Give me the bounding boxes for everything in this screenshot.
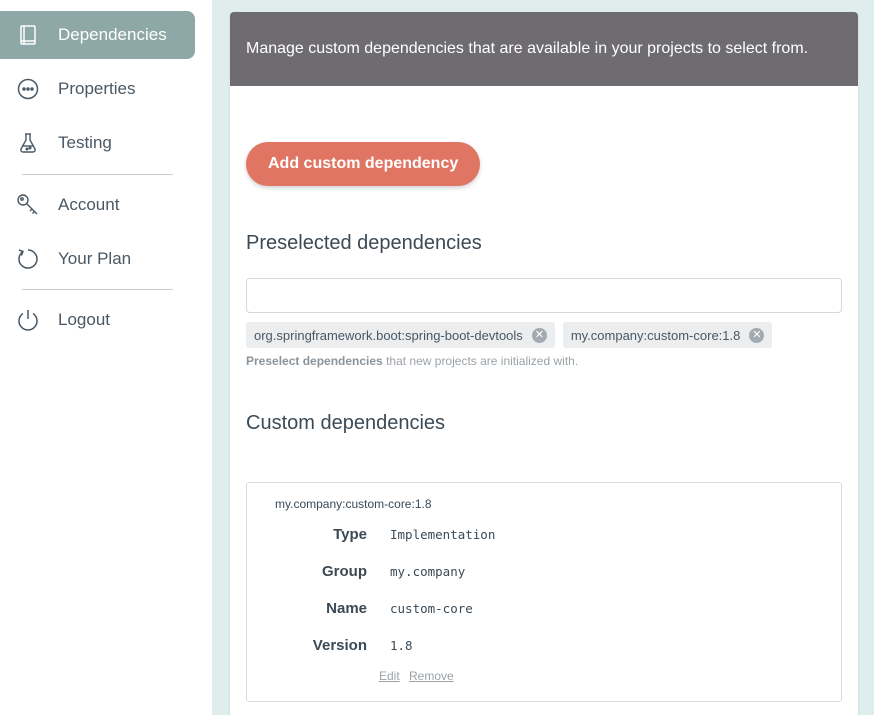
card-header: Manage custom dependencies that are avai… xyxy=(230,12,858,86)
preselected-section-title: Preselected dependencies xyxy=(246,232,482,254)
ellipsis-circle-icon xyxy=(16,77,40,101)
refresh-icon xyxy=(16,247,40,271)
close-icon[interactable]: ✕ xyxy=(531,327,547,343)
field-label-type: Type xyxy=(333,526,367,543)
field-value-name: custom-core xyxy=(390,601,473,616)
sidebar-item-label: Account xyxy=(58,195,120,214)
field-label-name: Name xyxy=(326,600,367,617)
power-icon xyxy=(16,308,40,332)
sidebar-divider xyxy=(22,289,173,290)
chip-label: my.company:custom-core:1.8 xyxy=(570,327,741,343)
preselected-chips: org.springframework.boot:spring-boot-dev… xyxy=(246,322,773,348)
sidebar-item-label: Properties xyxy=(58,79,136,98)
dependency-chip: my.company:custom-core:1.8 ✕ xyxy=(562,322,773,348)
sidebar-item-your-plan[interactable]: Your Plan xyxy=(0,235,195,283)
sidebar-item-label: Your Plan xyxy=(58,249,132,268)
book-icon xyxy=(16,23,40,47)
sidebar-item-dependencies[interactable]: Dependencies xyxy=(0,11,195,59)
help-text-rest: that new projects are initialized with. xyxy=(382,354,579,368)
sidebar-item-testing[interactable]: Testing xyxy=(0,119,195,167)
sidebar-item-account[interactable]: Account xyxy=(0,181,195,229)
main-card: Manage custom dependencies that are avai… xyxy=(230,12,858,715)
field-value-type: Implementation xyxy=(390,527,496,542)
key-icon xyxy=(16,193,40,217)
preselected-help-text: Preselect dependencies that new projects… xyxy=(246,354,578,368)
sidebar-item-label: Logout xyxy=(58,310,110,329)
field-value-group: my.company xyxy=(390,564,466,579)
sidebar: Dependencies Properties Testing Account … xyxy=(0,0,212,715)
field-value-version: 1.8 xyxy=(390,638,413,653)
flask-icon xyxy=(16,131,40,155)
field-label-version: Version xyxy=(312,637,367,654)
chip-label: org.springframework.boot:spring-boot-dev… xyxy=(254,327,523,343)
custom-section-title: Custom dependencies xyxy=(246,412,446,434)
header-description: Manage custom dependencies that are avai… xyxy=(246,40,809,57)
sidebar-item-properties[interactable]: Properties xyxy=(0,65,195,113)
custom-dependency-card: my.company:custom-core:1.8 Type Implemen… xyxy=(246,482,842,702)
add-custom-dependency-button[interactable]: Add custom dependency xyxy=(246,142,481,186)
sidebar-divider xyxy=(22,174,173,175)
field-label-group: Group xyxy=(322,563,367,580)
edit-link[interactable]: Edit xyxy=(379,669,400,683)
dependency-chip: org.springframework.boot:spring-boot-dev… xyxy=(246,322,555,348)
sidebar-item-label: Dependencies xyxy=(58,25,167,44)
preselected-dependencies-input[interactable] xyxy=(246,278,842,313)
close-icon[interactable]: ✕ xyxy=(749,327,765,343)
dependency-name: my.company:custom-core:1.8 xyxy=(275,497,432,511)
remove-link[interactable]: Remove xyxy=(409,669,454,683)
sidebar-item-label: Testing xyxy=(58,133,112,152)
help-text-bold: Preselect dependencies xyxy=(246,354,383,368)
sidebar-item-logout[interactable]: Logout xyxy=(0,296,195,344)
